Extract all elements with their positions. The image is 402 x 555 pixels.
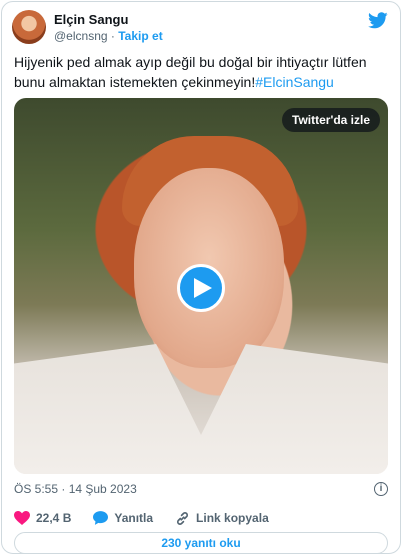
link-icon [177,511,188,525]
reply-icon [93,511,109,525]
author-handle-line: @elcnsng · Takip et [54,29,163,43]
copy-link-action[interactable]: Link kopyala [175,511,269,526]
like-count: 22,4 B [36,511,72,525]
hashtag-link[interactable]: #ElcinSangu [255,74,334,90]
avatar[interactable] [12,10,46,44]
copy-link-label: Link kopyala [196,511,269,525]
play-icon [194,278,212,298]
separator-dot: · [110,29,115,43]
author-handle[interactable]: @elcnsng [54,29,108,43]
tweet-timestamp[interactable]: ÖS 5:55 · 14 Şub 2023 [14,482,137,496]
like-action[interactable]: 22,4 B [14,511,71,525]
tweet-text: Hijyenik ped almak ayıp değil bu doğal b… [14,52,394,92]
play-button[interactable] [177,264,225,312]
info-icon[interactable]: i [374,482,388,496]
read-replies-button[interactable]: 230 yanıtı oku [14,532,388,554]
reply-action[interactable]: Yanıtla [93,511,153,525]
heart-icon [14,511,30,525]
watch-on-twitter-button[interactable]: Twitter'da izle [282,108,380,132]
author-name[interactable]: Elçin Sangu [54,12,128,27]
tweet-meta: ÖS 5:55 · 14 Şub 2023 i [14,482,388,498]
reply-label: Yanıtla [114,511,154,525]
video-thumbnail[interactable]: Twitter'da izle [14,98,388,474]
tweet-embed-card: Elçin Sangu @elcnsng · Takip et Hijyenik… [1,1,401,554]
follow-button[interactable]: Takip et [118,29,162,43]
twitter-bird-icon[interactable] [368,12,388,29]
tweet-actions: 22,4 B Yanıtla Link kopyala [14,509,388,527]
tweet-header: Elçin Sangu @elcnsng · Takip et [12,10,390,46]
